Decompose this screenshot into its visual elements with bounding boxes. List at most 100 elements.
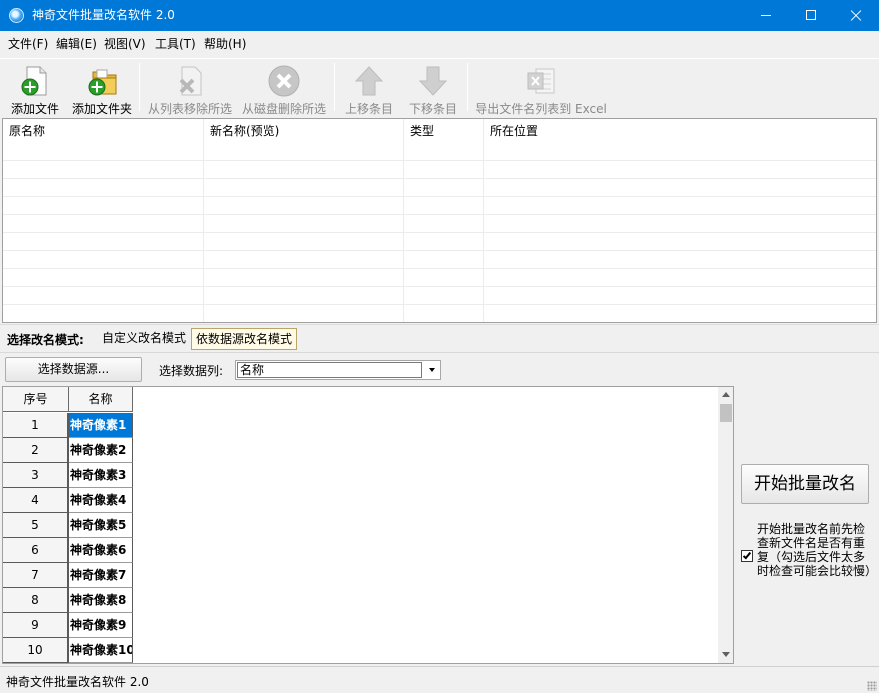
data-cell-name[interactable]: 神奇像素5 (69, 513, 133, 538)
grid-column-divider (203, 119, 204, 322)
check-duplicates-label[interactable]: 开始批量改名前先检查新文件名是否有重复（勾选后文件太多时检查可能会比较慢） (757, 522, 877, 578)
rename-mode-label: 选择改名模式: (7, 333, 84, 347)
vertical-scrollbar[interactable] (718, 387, 733, 663)
data-cell-name[interactable]: 神奇像素4 (69, 488, 133, 513)
file-list-grid[interactable]: 原名称 新名称(预览) 类型 所在位置 (2, 118, 877, 323)
maximize-button[interactable] (788, 0, 834, 31)
column-header-original-name[interactable]: 原名称 (3, 119, 203, 143)
rename-mode-bar: 选择改名模式: 自定义改名模式 依数据源改名模式 (0, 324, 879, 351)
column-header-location[interactable]: 所在位置 (484, 119, 874, 143)
chevron-down-icon (429, 368, 435, 372)
add-folder-button[interactable]: 添加文件夹 (70, 62, 134, 116)
status-bar: 神奇文件批量改名软件 2.0 (0, 666, 879, 693)
arrow-down-icon (418, 66, 448, 96)
data-cell-name[interactable]: 神奇像素3 (69, 463, 133, 488)
toolbar-separator (139, 63, 140, 111)
menu-file[interactable]: 文件(F) (8, 37, 48, 51)
grid-column-divider (403, 119, 404, 322)
add-file-button[interactable]: 添加文件 (5, 62, 65, 116)
row-number[interactable]: 7 (3, 563, 69, 588)
grid-row-divider (3, 196, 876, 197)
checkmark-icon (742, 550, 752, 560)
close-button[interactable] (833, 0, 879, 31)
row-number[interactable]: 3 (3, 463, 69, 488)
toolbar-separator (467, 63, 468, 111)
move-up-label: 上移条目 (344, 102, 393, 116)
arrow-up-icon (354, 66, 384, 96)
minimize-button[interactable] (743, 0, 789, 31)
scroll-thumb[interactable] (720, 404, 732, 422)
grid-row-divider (3, 232, 876, 233)
toolbar: 添加文件 添加文件夹 从列表移除所选 从磁盘删除所选 上移条目 下移条目 导出文… (0, 58, 879, 117)
remove-from-list-label: 从列表移除所选 (147, 102, 232, 116)
row-number[interactable]: 2 (3, 438, 69, 463)
start-batch-rename-button[interactable]: 开始批量改名 (741, 464, 869, 504)
add-folder-icon (88, 69, 117, 96)
grid-row-divider (3, 286, 876, 287)
maximize-icon (806, 10, 816, 20)
row-number[interactable]: 6 (3, 538, 69, 563)
add-file-label: 添加文件 (10, 102, 59, 116)
data-cell-name[interactable]: 神奇像素10 (69, 638, 133, 663)
menu-tools[interactable]: 工具(T) (155, 37, 196, 51)
row-number[interactable]: 9 (3, 613, 69, 638)
status-text: 神奇文件批量改名软件 2.0 (6, 675, 149, 689)
scroll-down-icon[interactable] (722, 652, 730, 657)
tab-custom-mode[interactable]: 自定义改名模式 (98, 328, 190, 350)
check-duplicates-checkbox[interactable] (741, 550, 753, 562)
row-number[interactable]: 4 (3, 488, 69, 513)
grid-row-divider (3, 268, 876, 269)
column-header-new-name[interactable]: 新名称(预览) (204, 119, 404, 143)
delete-from-disk-button[interactable]: 从磁盘删除所选 (240, 62, 328, 116)
tab-data-source-mode[interactable]: 依数据源改名模式 (191, 328, 298, 350)
grid-header-index[interactable]: 序号 (3, 387, 69, 412)
data-cell-name[interactable]: 神奇像素1 (69, 413, 133, 438)
export-excel-button[interactable]: 导出文件名列表到 Excel (474, 62, 608, 116)
grid-row-divider (3, 160, 876, 161)
row-number[interactable]: 8 (3, 588, 69, 613)
excel-icon (527, 68, 555, 94)
data-cell-name[interactable]: 神奇像素8 (69, 588, 133, 613)
menu-view[interactable]: 视图(V) (104, 37, 146, 51)
menu-help[interactable]: 帮助(H) (204, 37, 246, 51)
scroll-up-icon[interactable] (722, 392, 730, 397)
delete-icon (268, 65, 300, 97)
toolbar-separator (334, 63, 335, 111)
grid-header-name[interactable]: 名称 (69, 387, 133, 412)
data-cell-name[interactable]: 神奇像素2 (69, 438, 133, 463)
minimize-icon (761, 15, 771, 16)
grid-row-divider (3, 214, 876, 215)
remove-file-icon (179, 66, 202, 96)
move-up-button[interactable]: 上移条目 (340, 62, 398, 116)
title-bar: 神奇文件批量改名软件 2.0 (0, 0, 879, 31)
move-down-label: 下移条目 (408, 102, 457, 116)
data-column-select[interactable]: 名称 (235, 360, 441, 380)
data-cell-name[interactable]: 神奇像素7 (69, 563, 133, 588)
column-header-type[interactable]: 类型 (404, 119, 484, 143)
grid-row-divider (3, 304, 876, 305)
grid-row-divider (3, 250, 876, 251)
add-file-icon (21, 66, 47, 96)
data-column-label: 选择数据列: (159, 364, 224, 378)
delete-from-disk-label: 从磁盘删除所选 (241, 102, 326, 116)
row-number[interactable]: 1 (3, 413, 69, 438)
data-cell-name[interactable]: 神奇像素9 (69, 613, 133, 638)
export-excel-label: 导出文件名列表到 Excel (475, 102, 607, 116)
data-column-value: 名称 (237, 362, 422, 378)
grid-column-divider (483, 119, 484, 322)
move-down-button[interactable]: 下移条目 (404, 62, 462, 116)
data-cell-name[interactable]: 神奇像素6 (69, 538, 133, 563)
window-title: 神奇文件批量改名软件 2.0 (32, 8, 175, 22)
remove-from-list-button[interactable]: 从列表移除所选 (146, 62, 234, 116)
data-source-panel: 选择数据源... 选择数据列: 名称 序号 名称 1 神奇像素1 2 神奇像素2… (0, 352, 879, 666)
app-icon (9, 8, 24, 23)
menu-edit[interactable]: 编辑(E) (56, 37, 97, 51)
menu-bar: 文件(F) 编辑(E) 视图(V) 工具(T) 帮助(H) (0, 31, 879, 58)
row-number[interactable]: 10 (3, 638, 69, 663)
add-folder-label: 添加文件夹 (71, 102, 132, 116)
select-data-source-button[interactable]: 选择数据源... (5, 357, 142, 382)
row-number[interactable]: 5 (3, 513, 69, 538)
grid-row-divider (3, 178, 876, 179)
resize-grip-icon[interactable] (867, 681, 877, 691)
data-source-grid[interactable]: 序号 名称 1 神奇像素1 2 神奇像素2 3 神奇像素3 4 神奇像素4 5 … (2, 386, 734, 664)
